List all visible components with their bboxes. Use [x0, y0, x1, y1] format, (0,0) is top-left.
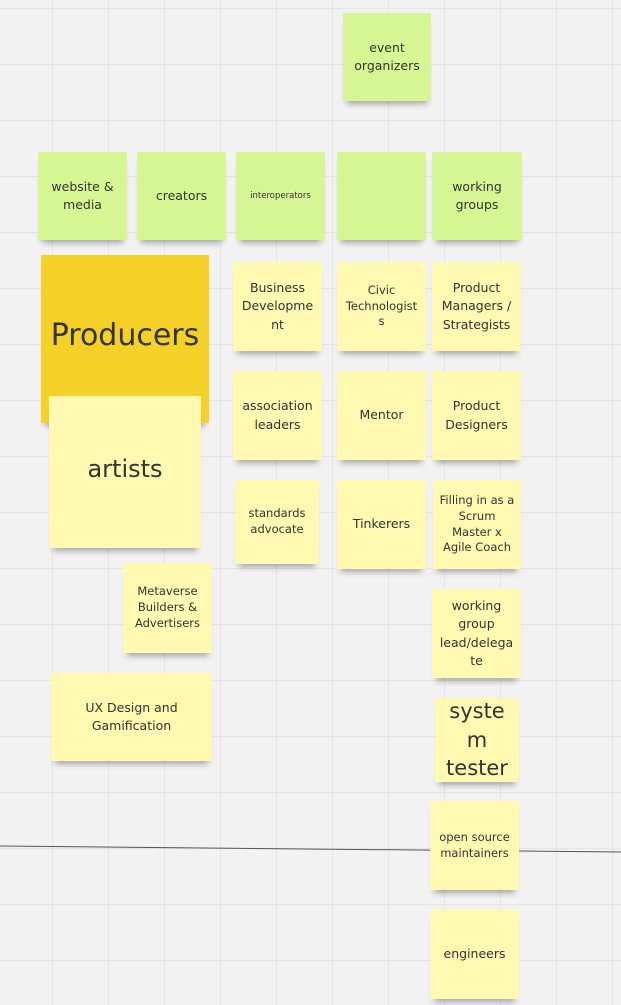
sticky-note-engineers[interactable]: engineers — [430, 910, 519, 999]
note-text: Metaverse Builders & Advertisers — [134, 584, 201, 630]
note-text: working group lead/delega te — [439, 598, 514, 668]
note-text: standards advocate — [248, 506, 306, 536]
sticky-note-business-development[interactable]: Business Developme nt — [233, 262, 322, 351]
note-text: website & media — [51, 178, 114, 212]
note-text: artists — [87, 454, 163, 483]
sticky-note-working-groups[interactable]: working groups — [432, 152, 522, 240]
note-text: open source maintainers — [439, 829, 510, 860]
note-text: system tester — [446, 699, 508, 781]
sticky-note-website-media[interactable]: website & media — [38, 152, 127, 240]
note-text: Business Developme nt — [241, 280, 314, 332]
sticky-note-creators[interactable]: creators — [137, 152, 226, 240]
sticky-note-product-designers[interactable]: Product Designers — [432, 371, 521, 460]
sticky-note-metaverse-builders[interactable]: Metaverse Builders & Advertisers — [123, 563, 212, 653]
sticky-note-product-managers[interactable]: Product Managers / Strategists — [432, 262, 521, 351]
note-text: Mentor — [359, 407, 404, 423]
sticky-note-tinkerers[interactable]: Tinkerers — [337, 480, 426, 569]
sticky-note-system-tester[interactable]: system tester — [435, 698, 519, 782]
sticky-note-blank[interactable] — [337, 152, 426, 240]
note-text: event organizers — [354, 39, 420, 73]
note-text: Product Managers / Strategists — [441, 280, 512, 332]
sticky-note-association-leaders[interactable]: association leaders — [233, 371, 322, 460]
note-text: Producers — [50, 318, 200, 354]
sticky-note-civic-technologists[interactable]: Civic Technologists — [337, 262, 426, 351]
sticky-note-open-source-maintainers[interactable]: open source maintainers — [430, 801, 519, 890]
sticky-note-standards-advocate[interactable]: standards advocate — [235, 480, 319, 564]
sticky-note-ux-design[interactable]: UX Design and Gamification — [51, 673, 212, 761]
note-text: interoperators — [250, 190, 311, 201]
sticky-note-working-group-lead[interactable]: working group lead/delega te — [432, 589, 521, 678]
note-text: engineers — [443, 946, 506, 962]
sticky-note-mentor[interactable]: Mentor — [337, 371, 426, 460]
note-text: creators — [155, 187, 208, 203]
note-text: working groups — [452, 178, 502, 212]
sticky-note-event-organizers[interactable]: event organizers — [343, 13, 431, 101]
note-text: Tinkerers — [352, 516, 411, 532]
note-text: Product Designers — [445, 398, 508, 432]
note-text: UX Design and Gamification — [85, 699, 178, 733]
sticky-note-interoperators[interactable]: interoperators — [236, 152, 325, 240]
note-text: association leaders — [242, 398, 313, 432]
sticky-note-scrum-master[interactable]: Filling in as a Scrum Master x Agile Coa… — [433, 480, 521, 569]
whiteboard-canvas[interactable]: event organizers website & media creator… — [0, 0, 621, 1005]
note-text: Civic Technologists — [345, 282, 418, 329]
note-text: Filling in as a Scrum Master x Agile Coa… — [439, 492, 515, 555]
sticky-note-artists[interactable]: artists — [49, 396, 201, 548]
